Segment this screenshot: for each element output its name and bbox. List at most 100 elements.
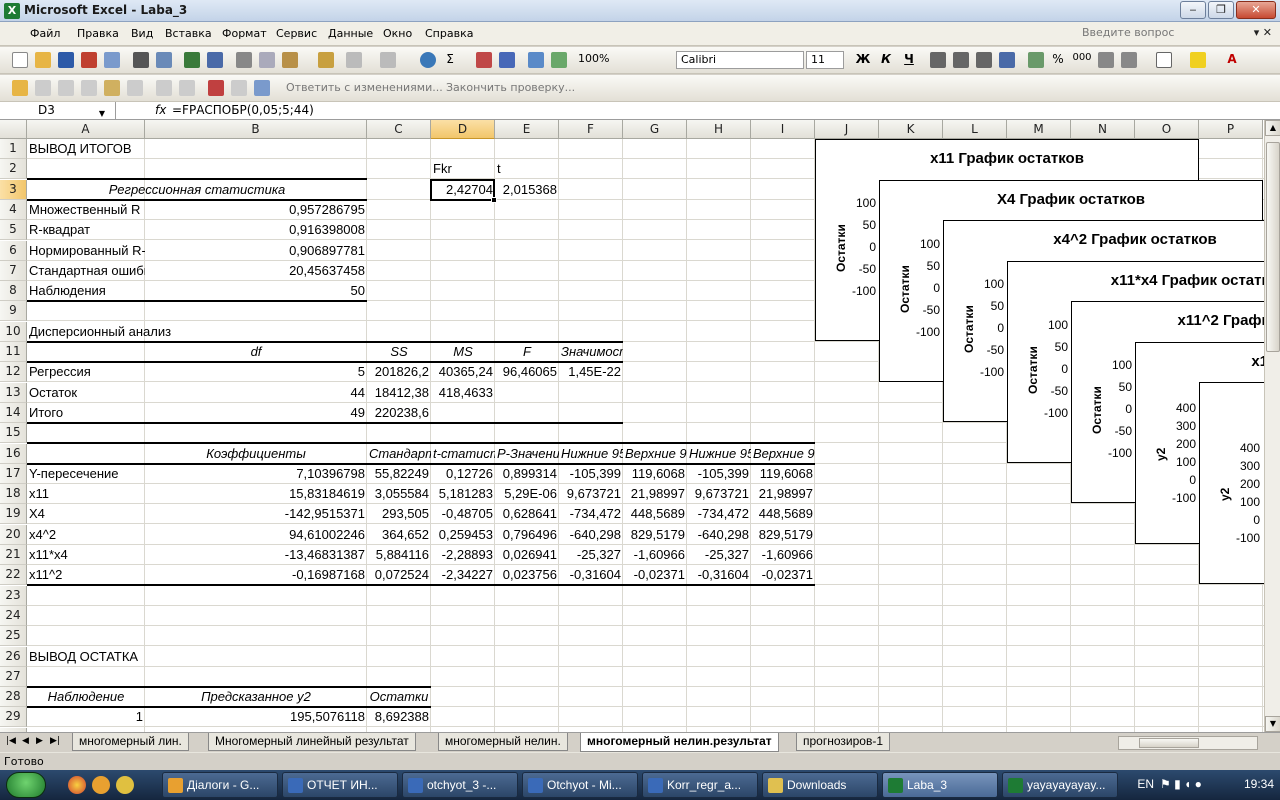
row-header-23[interactable]: 23 bbox=[0, 586, 27, 606]
menu-view[interactable]: Вид bbox=[131, 27, 153, 40]
cell-r22-c1[interactable]: 0,072524 bbox=[367, 565, 431, 585]
horizontal-scroll-thumb[interactable] bbox=[1139, 738, 1199, 748]
tray-icons[interactable]: ⚑ ▮ ◖ ● bbox=[1160, 777, 1230, 793]
row-header-17[interactable]: 17 bbox=[0, 464, 27, 484]
row-header-4[interactable]: 4 bbox=[0, 200, 27, 220]
permission-icon[interactable] bbox=[81, 52, 97, 68]
scroll-up-button[interactable]: ▲ bbox=[1265, 120, 1280, 136]
cell-a3-header[interactable]: Регрессионная статистика bbox=[27, 180, 367, 200]
taskbar-item-korr-regr[interactable]: Korr_regr_a... bbox=[642, 772, 758, 798]
undo-icon[interactable] bbox=[346, 52, 362, 68]
cell-e11[interactable]: F bbox=[495, 342, 559, 362]
cell-r21-c0[interactable]: -13,46831387 bbox=[145, 545, 367, 565]
column-header-g[interactable]: G bbox=[623, 120, 687, 139]
cell-c11[interactable]: SS bbox=[367, 342, 431, 362]
cell-a14[interactable]: Итого bbox=[27, 403, 145, 423]
cell-header-16-4[interactable]: Нижние 95% bbox=[559, 444, 623, 464]
tool-3-icon[interactable] bbox=[81, 80, 97, 96]
cell-header-16-0[interactable]: Коэффициенты bbox=[145, 444, 367, 464]
column-header-e[interactable]: E bbox=[495, 120, 559, 139]
format-painter-icon[interactable] bbox=[318, 52, 334, 68]
cell-r20-c3[interactable]: 0,796496 bbox=[495, 525, 559, 545]
font-size-select[interactable]: 11 bbox=[806, 51, 844, 69]
column-header-f[interactable]: F bbox=[559, 120, 623, 139]
row-header-10[interactable]: 10 bbox=[0, 322, 27, 342]
cell-a10[interactable]: Дисперсионный анализ bbox=[27, 322, 171, 342]
cell-c12[interactable]: 201826,2 bbox=[367, 362, 431, 382]
cell-r22-c5[interactable]: -0,02371 bbox=[623, 565, 687, 585]
sheet-tab-multivariate-nonlinear-result[interactable]: многомерный нелин.результат bbox=[580, 733, 779, 752]
print-preview-icon[interactable] bbox=[156, 52, 172, 68]
copy-icon[interactable] bbox=[259, 52, 275, 68]
tool-5-icon[interactable] bbox=[127, 80, 143, 96]
cell-b6[interactable]: 0,906897781 bbox=[145, 241, 367, 261]
autosum-icon[interactable]: Σ bbox=[442, 52, 458, 66]
cell-r21-c4[interactable]: -25,327 bbox=[559, 545, 623, 565]
cell-r18-c1[interactable]: 3,055584 bbox=[367, 484, 431, 504]
cell-r18-c5[interactable]: 21,98997 bbox=[623, 484, 687, 504]
cell-a8[interactable]: Наблюдения bbox=[27, 281, 145, 301]
cell-r20-c6[interactable]: -640,298 bbox=[687, 525, 751, 545]
cell-b12[interactable]: 5 bbox=[145, 362, 367, 382]
menu-edit[interactable]: Правка bbox=[77, 27, 119, 40]
cell-r17-c7[interactable]: 119,6068 bbox=[751, 464, 815, 484]
track-changes-icon[interactable] bbox=[208, 80, 224, 96]
row-header-2[interactable]: 2 bbox=[0, 159, 27, 179]
row-header-25[interactable]: 25 bbox=[0, 626, 27, 646]
cell-header-16-2[interactable]: t-статистика bbox=[431, 444, 495, 464]
row-header-16[interactable]: 16 bbox=[0, 444, 27, 464]
column-header-a[interactable]: A bbox=[27, 120, 145, 139]
cell-r22-c2[interactable]: -2,34227 bbox=[431, 565, 495, 585]
vertical-scrollbar[interactable]: ▲ ▼ bbox=[1264, 120, 1280, 732]
row-header-27[interactable]: 27 bbox=[0, 667, 27, 687]
align-right-icon[interactable] bbox=[976, 52, 992, 68]
new-icon[interactable] bbox=[12, 52, 28, 68]
column-header-i[interactable]: I bbox=[751, 120, 815, 139]
open-icon[interactable] bbox=[35, 52, 51, 68]
close-button[interactable]: ✕ bbox=[1236, 1, 1276, 19]
cell-e14[interactable] bbox=[495, 403, 559, 423]
currency-icon[interactable] bbox=[1028, 52, 1044, 68]
tool-1-icon[interactable] bbox=[35, 80, 51, 96]
row-header-6[interactable]: 6 bbox=[0, 241, 27, 261]
cell-r19-c4[interactable]: -734,472 bbox=[559, 504, 623, 524]
italic-button[interactable]: К bbox=[878, 52, 894, 66]
cell-c13[interactable]: 18412,38 bbox=[367, 383, 431, 403]
cell-r21-c1[interactable]: 5,884116 bbox=[367, 545, 431, 565]
active-cell-d3[interactable] bbox=[430, 179, 497, 203]
quicklaunch-2-icon[interactable] bbox=[92, 776, 110, 794]
cell-r18-c6[interactable]: 9,673721 bbox=[687, 484, 751, 504]
chrome-icon[interactable] bbox=[68, 776, 86, 794]
row-header-11[interactable]: 11 bbox=[0, 342, 27, 362]
row-header-7[interactable]: 7 bbox=[0, 261, 27, 281]
scroll-thumb[interactable] bbox=[1266, 142, 1280, 352]
sheet-tab-multivariate-linear[interactable]: многомерный лин. bbox=[72, 733, 189, 751]
row-header-29[interactable]: 29 bbox=[0, 707, 27, 727]
tool-4-icon[interactable] bbox=[104, 80, 120, 96]
email-icon[interactable] bbox=[104, 52, 120, 68]
cell-a4[interactable]: Множественный R bbox=[27, 200, 145, 220]
cell-b11[interactable]: df bbox=[145, 342, 367, 362]
row-header-24[interactable]: 24 bbox=[0, 606, 27, 626]
close-workbook-button[interactable]: ▾ ✕ bbox=[1254, 26, 1272, 39]
zoom-select[interactable]: 100% bbox=[574, 51, 630, 69]
menu-help[interactable]: Справка bbox=[425, 27, 473, 40]
cell-header-16-7[interactable]: Верхние 95,0% bbox=[751, 444, 815, 464]
start-button[interactable] bbox=[6, 772, 46, 798]
cell-d14[interactable] bbox=[431, 403, 495, 423]
taskbar-item-otchyot[interactable]: Otchyot - Mi... bbox=[522, 772, 638, 798]
row-header-12[interactable]: 12 bbox=[0, 362, 27, 382]
cell-b5[interactable]: 0,916398008 bbox=[145, 220, 367, 240]
increase-decimal-icon[interactable] bbox=[1098, 52, 1114, 68]
cell-a17[interactable]: Y-пересечение bbox=[27, 464, 145, 484]
cell-e3[interactable]: 2,015368 bbox=[495, 180, 559, 200]
quicklaunch-3-icon[interactable] bbox=[116, 776, 134, 794]
menu-format[interactable]: Формат bbox=[222, 27, 267, 40]
clock[interactable]: 19:34 bbox=[1244, 777, 1274, 791]
column-header-h[interactable]: H bbox=[687, 120, 751, 139]
column-header-k[interactable]: K bbox=[879, 120, 943, 139]
cell-r22-c0[interactable]: -0,16987168 bbox=[145, 565, 367, 585]
cell-r21-c2[interactable]: -2,28893 bbox=[431, 545, 495, 565]
cell-r18-c2[interactable]: 5,181283 bbox=[431, 484, 495, 504]
cell-f12[interactable]: 1,45E-22 bbox=[559, 362, 623, 382]
